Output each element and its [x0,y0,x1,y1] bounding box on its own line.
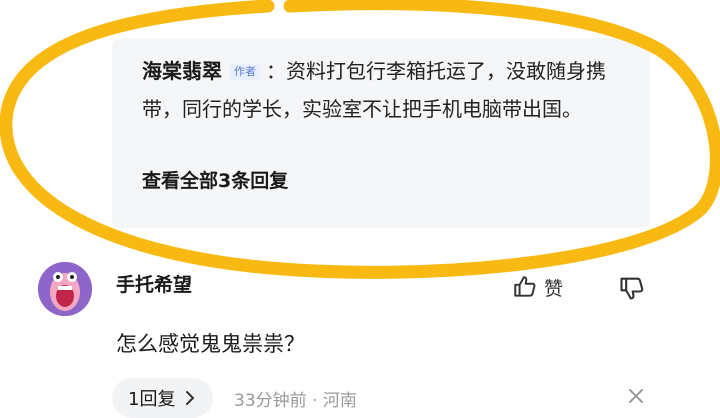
replies-button[interactable]: 1回复 [112,378,214,418]
dislike-button[interactable] [618,274,648,304]
avatar[interactable] [38,262,92,316]
reply-text-block: 海棠翡翠 作者 ：资料打包行李箱托运了，没敢随身携带，同行的学长，实验室不让把手机电… [142,52,642,128]
view-all-replies-link[interactable]: 查看全部3条回复 [142,166,288,193]
thumbs-down-icon [620,277,644,300]
close-icon[interactable] [626,386,646,406]
like-button[interactable]: 赞 [512,272,563,302]
comment-time-location: 33分钟前 · 河南 [234,391,357,411]
comment-text: 怎么感觉鬼鬼祟祟？ [116,332,305,356]
monster-avatar-icon [38,262,92,316]
comment-username[interactable]: 手托希望 [116,270,192,297]
like-label: 赞 [544,277,564,300]
reply-separator: ： [266,59,286,83]
author-reply-card[interactable]: 海棠翡翠 作者 ：资料打包行李箱托运了，没敢随身携带，同行的学长，实验室不让把手机电… [112,38,650,228]
reply-author-name[interactable]: 海棠翡翠 [142,59,222,83]
author-badge: 作者 [230,64,260,80]
thumbs-up-icon [514,276,536,297]
chevron-right-icon [186,391,195,405]
close-icon-glyph [629,389,643,403]
reply-count-label: 1回复 [128,389,176,410]
